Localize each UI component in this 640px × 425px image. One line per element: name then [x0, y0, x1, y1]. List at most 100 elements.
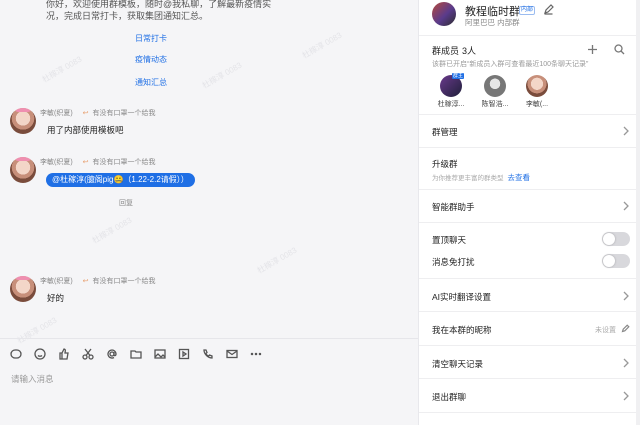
- watermark: 杜稼淳 0083: [40, 54, 84, 85]
- chevron-right-icon: [622, 126, 630, 136]
- group-manage-row[interactable]: 群管理: [432, 126, 630, 138]
- members-title: 群成员 3人: [432, 46, 477, 56]
- composer-toolbar: [10, 347, 274, 361]
- mute-row: 消息免打扰: [432, 254, 630, 268]
- sender-name[interactable]: 李敏(织夏): [40, 278, 73, 285]
- members-note: 该群已开启“新成员入群可查看最近100条聊天记录”: [432, 61, 589, 68]
- row-label: 群管理: [432, 127, 458, 137]
- chevron-right-icon: [622, 358, 630, 368]
- member-item[interactable]: 群主 杜稼淳...: [431, 73, 471, 109]
- watermark: 杜稼淳 0083: [200, 60, 244, 91]
- nickname-value: 未设置: [595, 327, 616, 334]
- reply-icon: ↩: [82, 278, 89, 285]
- edit-icon[interactable]: [543, 4, 554, 15]
- composer-divider: [0, 338, 418, 339]
- avatar[interactable]: [10, 276, 36, 302]
- phone-icon[interactable]: [202, 348, 214, 360]
- clear-history-row[interactable]: 清空聊天记录: [432, 358, 630, 370]
- row-label: 消息免打扰: [432, 257, 475, 267]
- row-label: 升级群: [432, 159, 458, 169]
- image-icon[interactable]: [154, 348, 166, 360]
- row-label: 置顶聊天: [432, 235, 467, 245]
- watermark: 杜稼淳 0083: [255, 245, 299, 276]
- link-notice-summary[interactable]: 通知汇总: [135, 77, 167, 88]
- scissors-icon[interactable]: [82, 348, 94, 360]
- link-epidemic-news[interactable]: 疫情动态: [135, 54, 167, 65]
- sender-line: 李敏(织夏) ↩ 有没有口罩一个给我: [40, 157, 156, 167]
- message-text: 用了内部使用模板吧: [47, 125, 124, 135]
- emoji-icon[interactable]: [34, 348, 46, 360]
- sender-name[interactable]: 李敏(织夏): [40, 159, 73, 166]
- member-name: 陈智浩...: [481, 101, 509, 108]
- search-icon[interactable]: [614, 44, 625, 55]
- sender-name[interactable]: 李敏(织夏): [40, 110, 73, 117]
- divider: [419, 412, 637, 413]
- mention-bubble[interactable]: @杜稼淳(臆阁pig🤐（1.22-2.2请假））: [46, 173, 195, 187]
- exit-group-row[interactable]: 退出群聊: [432, 391, 630, 403]
- bot-message-text: 你好，欢迎使用群模板，随时@我私聊，了解最新疫情实况，完成日常打卡，获取集团通知…: [46, 0, 272, 21]
- sender-line: 李敏(织夏) ↩ 有没有口罩一个给我: [40, 276, 156, 286]
- watermark: 杜稼淳 0083: [15, 315, 59, 346]
- message-text: 好的: [47, 293, 65, 303]
- gif-icon[interactable]: [10, 348, 22, 360]
- divider: [419, 114, 637, 115]
- chevron-right-icon: [622, 291, 630, 301]
- thumbs-up-icon[interactable]: [58, 348, 70, 360]
- video-icon[interactable]: [178, 348, 190, 360]
- reply-quote[interactable]: 有没有口罩一个给我: [93, 110, 156, 117]
- row-label: 智能群助手: [432, 202, 475, 212]
- scrollbar[interactable]: [636, 0, 640, 425]
- pin-chat-toggle[interactable]: [602, 232, 630, 246]
- at-icon[interactable]: [106, 348, 118, 360]
- more-icon[interactable]: [250, 348, 262, 360]
- member-item[interactable]: 李敏(...: [517, 75, 557, 109]
- watermark: 杜稼淳 0083: [90, 215, 134, 246]
- group-tag: 内部: [519, 6, 536, 15]
- watermark: 杜稼淳 0083: [300, 30, 344, 61]
- mute-toggle[interactable]: [602, 254, 630, 268]
- mail-icon[interactable]: [226, 348, 238, 360]
- avatar[interactable]: [10, 108, 36, 134]
- reply-icon: ↩: [82, 159, 89, 166]
- row-label: 退出群聊: [432, 392, 467, 402]
- row-label: 我在本群的昵称: [432, 325, 492, 335]
- upgrade-link[interactable]: 去查看: [508, 173, 531, 182]
- divider: [419, 378, 637, 379]
- member-item[interactable]: 陈智浩...: [475, 75, 515, 109]
- edit-icon[interactable]: [621, 324, 630, 333]
- divider: [419, 35, 637, 36]
- members-count: 3人: [462, 46, 477, 56]
- message-input[interactable]: 请输入消息: [11, 373, 54, 385]
- chevron-right-icon: [622, 391, 630, 401]
- reply-quote[interactable]: 有没有口罩一个给我: [93, 159, 156, 166]
- divider: [419, 345, 637, 346]
- smart-assistant-row[interactable]: 智能群助手: [432, 201, 630, 213]
- nickname-row[interactable]: 我在本群的昵称 未设置: [432, 324, 630, 336]
- upgrade-subtitle: 为你推荐更丰富的群类型 去查看: [432, 173, 531, 182]
- folder-icon[interactable]: [130, 348, 142, 360]
- pin-chat-row: 置顶聊天: [432, 232, 630, 246]
- group-avatar[interactable]: [432, 2, 456, 26]
- avatar: [526, 75, 548, 97]
- divider: [419, 222, 637, 223]
- member-name: 李敏(...: [525, 101, 549, 108]
- divider: [419, 278, 637, 279]
- link-daily-checkin[interactable]: 日常打卡: [135, 33, 167, 44]
- group-settings-panel: 教程临时群 内部 阿里巴巴 内部群 群成员 3人 该群已开启“新成员入群可查看最近…: [418, 0, 640, 425]
- group-org: 阿里巴巴 内部群: [465, 18, 520, 27]
- divider: [419, 147, 637, 148]
- row-label: AI实时翻译设置: [432, 292, 492, 302]
- upgrade-group-row[interactable]: 升级群: [432, 158, 630, 170]
- chevron-right-icon: [622, 201, 630, 211]
- divider: [419, 311, 637, 312]
- owner-badge: 群主: [451, 73, 464, 79]
- ai-translate-row[interactable]: AI实时翻译设置: [432, 291, 630, 303]
- reply-tag[interactable]: 回复: [119, 198, 133, 208]
- add-member-icon[interactable]: [587, 44, 598, 55]
- avatar: [484, 75, 506, 97]
- reply-icon: ↩: [82, 110, 89, 117]
- divider: [419, 189, 637, 190]
- reply-quote[interactable]: 有没有口罩一个给我: [93, 278, 156, 285]
- avatar[interactable]: [10, 157, 36, 183]
- member-name: 杜稼淳...: [437, 101, 465, 108]
